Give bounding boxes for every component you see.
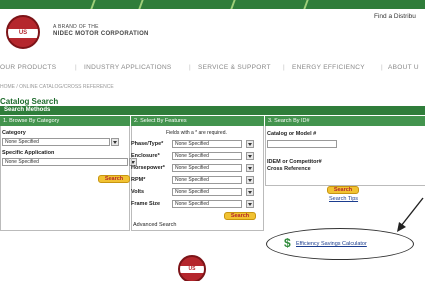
breadcrumb: HOME / ONLINE CATALOG/CROSS REFERENCE <box>0 84 114 90</box>
phase-type-dropdown-icon[interactable] <box>246 140 254 148</box>
browse-search-button[interactable]: Search <box>98 175 130 183</box>
id-search-button[interactable]: Search <box>327 186 359 194</box>
advanced-search-link[interactable]: Advanced Search <box>133 222 176 228</box>
phase-type-select[interactable]: None Specified <box>172 140 242 148</box>
logo-text: US MOTORS <box>9 30 37 45</box>
horsepower-select[interactable]: None Specified <box>172 164 242 172</box>
footer-logo[interactable]: US MOTORS <box>178 255 206 281</box>
competitor-label: IDEM or Competitor# <box>267 159 322 165</box>
features-search-button[interactable]: Search <box>224 212 256 220</box>
efficiency-savings-calculator-link[interactable]: Efficiency Savings Calculator <box>296 241 367 247</box>
frame-size-select[interactable]: None Specified <box>172 200 242 208</box>
frame-size-label: Frame Size <box>131 201 161 207</box>
dollar-icon: $ <box>284 236 291 250</box>
required-fields-note: Fields with a * are required. <box>166 130 227 136</box>
find-distributor-link[interactable]: Find a Distribu <box>374 13 416 20</box>
nav-service-support[interactable]: SERVICE & SUPPORT <box>198 64 271 71</box>
callout-arrow-icon <box>397 197 424 232</box>
volts-dropdown-icon[interactable] <box>246 188 254 196</box>
footer-logo-text: US MOTORS <box>181 266 203 279</box>
category-dropdown-icon[interactable] <box>111 138 119 146</box>
stripe-decoration <box>303 0 309 9</box>
enclosure-label: Enclosure* <box>131 153 160 159</box>
rpm-dropdown-icon[interactable] <box>246 176 254 184</box>
nav-separator: | <box>75 64 77 71</box>
top-green-bar <box>0 0 425 9</box>
rpm-select[interactable]: None Specified <box>172 176 242 184</box>
cross-reference-label: Cross Reference <box>267 166 311 172</box>
search-tips-link[interactable]: Search Tips <box>329 196 358 202</box>
browse-by-category-header: 1. Browse By Category <box>0 116 130 126</box>
catalog-model-input[interactable] <box>267 140 337 148</box>
main-nav: OUR PRODUCTS | INDUSTRY APPLICATIONS | S… <box>0 62 425 74</box>
frame-size-dropdown-icon[interactable] <box>246 200 254 208</box>
nav-industry-applications[interactable]: INDUSTRY APPLICATIONS <box>84 64 172 71</box>
us-motors-logo[interactable]: US MOTORS <box>6 15 40 49</box>
enclosure-select[interactable]: None Specified <box>172 152 242 160</box>
stripe-decoration <box>90 0 96 9</box>
nav-about[interactable]: ABOUT U <box>388 64 419 71</box>
nav-energy-efficiency[interactable]: ENERGY EFFICIENCY <box>292 64 365 71</box>
nav-our-products[interactable]: OUR PRODUCTS <box>0 64 56 71</box>
search-methods-bar: Search Methods <box>0 106 425 115</box>
select-by-features-header: 2. Select By Features <box>131 116 264 126</box>
volts-label: Volts <box>131 189 145 195</box>
nav-separator: | <box>189 64 191 71</box>
brand-corporation: NIDEC MOTOR CORPORATION <box>53 31 149 37</box>
application-select[interactable]: None Specified <box>2 158 128 166</box>
horsepower-label: Horsepower* <box>131 165 165 171</box>
page-title: Catalog Search <box>0 97 59 106</box>
stripe-decoration <box>138 0 144 9</box>
category-select[interactable]: None Specified <box>2 138 110 146</box>
volts-select[interactable]: None Specified <box>172 188 242 196</box>
stripe-decoration <box>230 0 236 9</box>
nav-separator: | <box>381 64 383 71</box>
phase-type-label: Phase/Type* <box>131 141 164 147</box>
enclosure-dropdown-icon[interactable] <box>246 152 254 160</box>
rpm-label: RPM* <box>131 177 146 183</box>
brand-tagline: A BRAND OF THE <box>53 24 99 30</box>
specific-application-label: Specific Application <box>2 150 55 156</box>
catalog-model-label: Catalog or Model # <box>267 131 317 137</box>
category-label: Category <box>2 130 26 136</box>
horsepower-dropdown-icon[interactable] <box>246 164 254 172</box>
search-by-id-header: 3. Search By ID# <box>265 116 425 126</box>
nav-separator: | <box>283 64 285 71</box>
